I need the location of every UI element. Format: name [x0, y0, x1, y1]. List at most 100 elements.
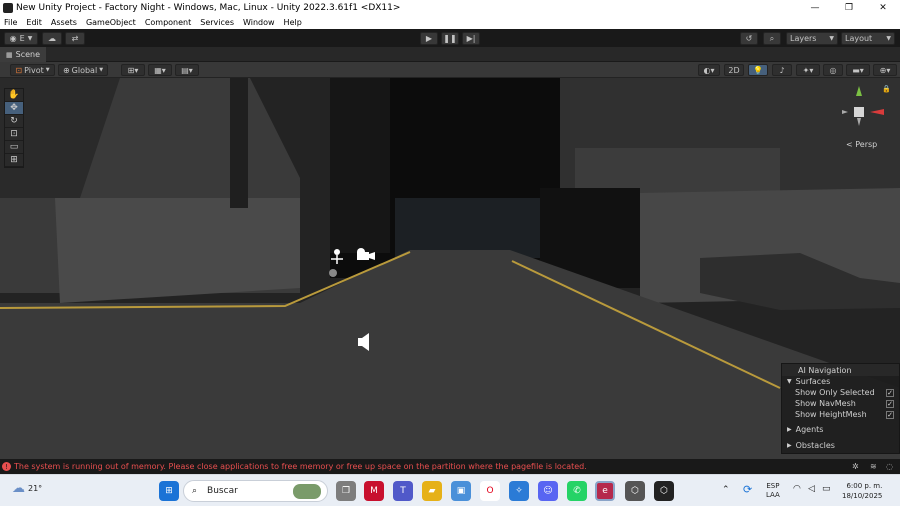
battery-icon[interactable]: ▭ — [822, 484, 831, 494]
title-bar: New Unity Project - Factory Night - Wind… — [0, 0, 900, 15]
windows-logo-icon: ⊞ — [165, 486, 173, 496]
mcafee-button[interactable]: M — [364, 481, 384, 501]
x-axis-cone — [870, 109, 884, 115]
whatsapp-icon: ✆ — [573, 486, 581, 496]
hand-tool-button[interactable]: ✋ — [5, 89, 23, 102]
whatsapp-button[interactable]: ✆ — [567, 481, 587, 501]
scene-viewport[interactable]: 🔒 < Persp — [0, 78, 900, 459]
2d-toggle-button[interactable]: 2D — [724, 64, 744, 76]
layers-label: Layers — [790, 34, 817, 43]
show-heightmesh-checkbox[interactable]: ✓ — [886, 410, 894, 419]
scale-tool-button[interactable]: ⊡ — [5, 128, 23, 141]
draw-mode-button[interactable]: ◐▾ — [698, 64, 720, 76]
chevron-up-icon[interactable]: ⌃ — [722, 485, 730, 495]
show-navmesh-checkbox[interactable]: ✓ — [886, 399, 894, 408]
global-dropdown[interactable]: ⊕ Global ▼ — [58, 64, 108, 76]
chevron-down-icon: ▼ — [886, 35, 891, 42]
menu-assets[interactable]: Assets — [51, 18, 77, 27]
option-row[interactable]: Show NavMesh ✓ — [782, 398, 899, 409]
layers-dropdown[interactable]: Layers ▼ — [786, 32, 838, 45]
rotate-tool-button[interactable]: ↻ — [5, 115, 23, 128]
camera-dropdown[interactable]: ▬▾ — [846, 64, 870, 76]
task-view-button[interactable]: ❐ — [336, 481, 356, 501]
move-tool-button[interactable]: ✥ — [5, 102, 23, 115]
menu-component[interactable]: Component — [145, 18, 191, 27]
gizmo-center-cube — [854, 107, 864, 117]
collab-button[interactable]: ⇄ — [65, 32, 85, 45]
account-dropdown[interactable]: ◉ E ▼ — [4, 32, 38, 45]
menu-file[interactable]: File — [4, 18, 17, 27]
agents-foldout[interactable]: ▶ Agents — [782, 424, 899, 435]
pause-button[interactable]: ❚❚ — [441, 32, 459, 45]
minimize-button[interactable]: — — [798, 0, 832, 15]
cache-icon[interactable]: ≋ — [870, 462, 877, 471]
teams-icon: T — [400, 486, 406, 496]
option-row[interactable]: Show HeightMesh ✓ — [782, 409, 899, 420]
step-button[interactable]: ▶| — [462, 32, 480, 45]
layout-dropdown[interactable]: Layout ▼ — [841, 32, 895, 45]
discord-icon: ☺ — [543, 486, 553, 496]
tab-scene[interactable]: ▦ Scene — [0, 47, 47, 62]
gizmos-dropdown[interactable]: ⊕▾ — [873, 64, 897, 76]
surfaces-foldout[interactable]: ▼ Surfaces — [782, 376, 899, 387]
mcafee-icon: M — [370, 486, 378, 496]
effects-icon: ✦▾ — [802, 65, 814, 75]
play-button[interactable]: ▶ — [420, 32, 438, 45]
increment-snap-button[interactable]: ▤▾ — [175, 64, 199, 76]
teams-button[interactable]: T — [393, 481, 413, 501]
account-icon: ◉ — [9, 34, 17, 43]
menu-services[interactable]: Services — [200, 18, 234, 27]
transform-tool-button[interactable]: ⊞ — [5, 154, 23, 167]
edge-button[interactable]: e — [595, 481, 615, 501]
discord-button[interactable]: ☺ — [538, 481, 558, 501]
option-row[interactable]: Show Only Selected ✓ — [782, 387, 899, 398]
history-button[interactable]: ↺ — [740, 32, 758, 45]
file-explorer-button[interactable]: ▰ — [422, 481, 442, 501]
cloud-button[interactable]: ☁ — [42, 32, 62, 45]
rect-tool-button[interactable]: ▭ — [5, 141, 23, 154]
obstacles-foldout[interactable]: ▶ Obstacles — [782, 440, 899, 451]
hidden-objects-button[interactable]: ◎ — [823, 64, 843, 76]
projection-label[interactable]: < Persp — [846, 140, 877, 149]
menu-edit[interactable]: Edit — [26, 18, 42, 27]
rotate-icon: ↻ — [10, 116, 18, 126]
start-button[interactable]: ⊞ — [159, 481, 179, 501]
menu-gameobject[interactable]: GameObject — [86, 18, 136, 27]
lighting-toggle-button[interactable]: 💡 — [748, 64, 768, 76]
close-button[interactable]: ✕ — [866, 0, 900, 15]
opera-button[interactable]: O — [480, 481, 500, 501]
pivot-dropdown[interactable]: ⊡ Pivot ▼ — [10, 64, 55, 76]
maximize-button[interactable]: ❐ — [832, 0, 866, 15]
clock[interactable]: 6:00 p. m. 18/10/2025 — [842, 481, 882, 501]
search-highlight-image — [293, 484, 321, 499]
bug-icon[interactable]: ✲ — [852, 462, 859, 471]
show-only-selected-checkbox[interactable]: ✓ — [886, 388, 894, 397]
wifi-icon[interactable]: ◠ — [793, 484, 801, 494]
pivot-label: Pivot — [24, 65, 44, 75]
search-button[interactable]: ⌕ — [763, 32, 781, 45]
grid-snap-button[interactable]: ⊞▾ — [121, 64, 145, 76]
unity-hub-button[interactable]: ⬡ — [625, 481, 645, 501]
status-bar[interactable]: ! The system is running out of memory. P… — [0, 459, 900, 474]
progress-icon[interactable]: ◌ — [886, 462, 893, 471]
menu-help[interactable]: Help — [284, 18, 302, 27]
audio-toggle-button[interactable]: ♪ — [772, 64, 792, 76]
move-icon: ✥ — [10, 103, 18, 113]
show-only-selected-label: Show Only Selected — [795, 388, 875, 397]
language-indicator[interactable]: ESP LAA — [766, 482, 780, 500]
foldout-closed-icon: ▶ — [787, 442, 792, 449]
weather-cloud-icon: ☁ — [12, 481, 25, 496]
copilot-button[interactable]: ✧ — [509, 481, 529, 501]
weather-widget[interactable]: ☁ 21° — [12, 481, 42, 496]
taskbar-search[interactable]: ⌕ Buscar — [183, 480, 328, 502]
volume-icon[interactable]: ◁ — [808, 484, 815, 494]
effects-dropdown[interactable]: ✦▾ — [796, 64, 820, 76]
grid-visibility-button[interactable]: ▦▾ — [148, 64, 172, 76]
unity-editor-button[interactable]: ⬡ — [654, 481, 674, 501]
chevron-down-icon: ▼ — [27, 35, 33, 42]
menu-window[interactable]: Window — [243, 18, 275, 27]
main-toolbar: ◉ E ▼ ☁ ⇄ ▶ ❚❚ ▶| ↺ ⌕ Layers ▼ Layout ▼ — [0, 29, 900, 47]
ai-navigation-header[interactable]: AI Navigation — [782, 364, 899, 376]
sync-icon[interactable]: ⟳ — [743, 483, 752, 496]
store-button[interactable]: ▣ — [451, 481, 471, 501]
